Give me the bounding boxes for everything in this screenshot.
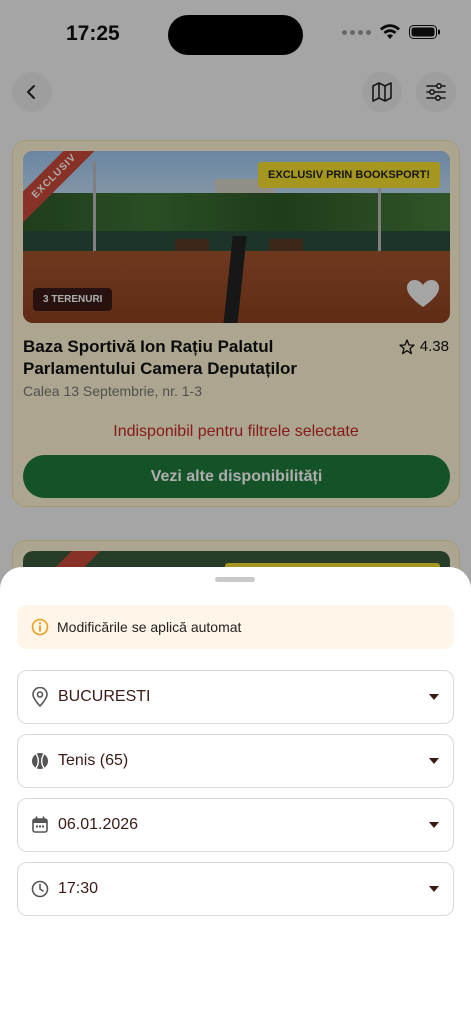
sport-value: Tenis (65) (58, 752, 129, 769)
calendar-icon (32, 816, 48, 833)
time-select[interactable]: 17:30 (17, 862, 454, 916)
clock-icon (31, 880, 49, 898)
tennis-ball-icon (32, 753, 48, 769)
location-pin-icon (32, 687, 48, 707)
auto-apply-notice: Modificările se aplică automat (17, 605, 454, 649)
sheet-drag-handle[interactable] (215, 577, 255, 582)
filters-bottom-sheet: Modificările se aplică automat BUCURESTI… (0, 567, 471, 1024)
sport-select[interactable]: Tenis (65) (17, 734, 454, 788)
notice-text: Modificările se aplică automat (57, 619, 242, 635)
time-value: 17:30 (58, 880, 99, 897)
chevron-down-icon (429, 758, 439, 764)
date-value: 06.01.2026 (58, 816, 139, 833)
info-icon (31, 618, 49, 636)
chevron-down-icon (429, 822, 439, 828)
location-select[interactable]: BUCURESTI (17, 670, 454, 724)
date-select[interactable]: 06.01.2026 (17, 798, 454, 852)
location-value: BUCURESTI (58, 688, 151, 705)
chevron-down-icon (429, 694, 439, 700)
chevron-down-icon (429, 886, 439, 892)
